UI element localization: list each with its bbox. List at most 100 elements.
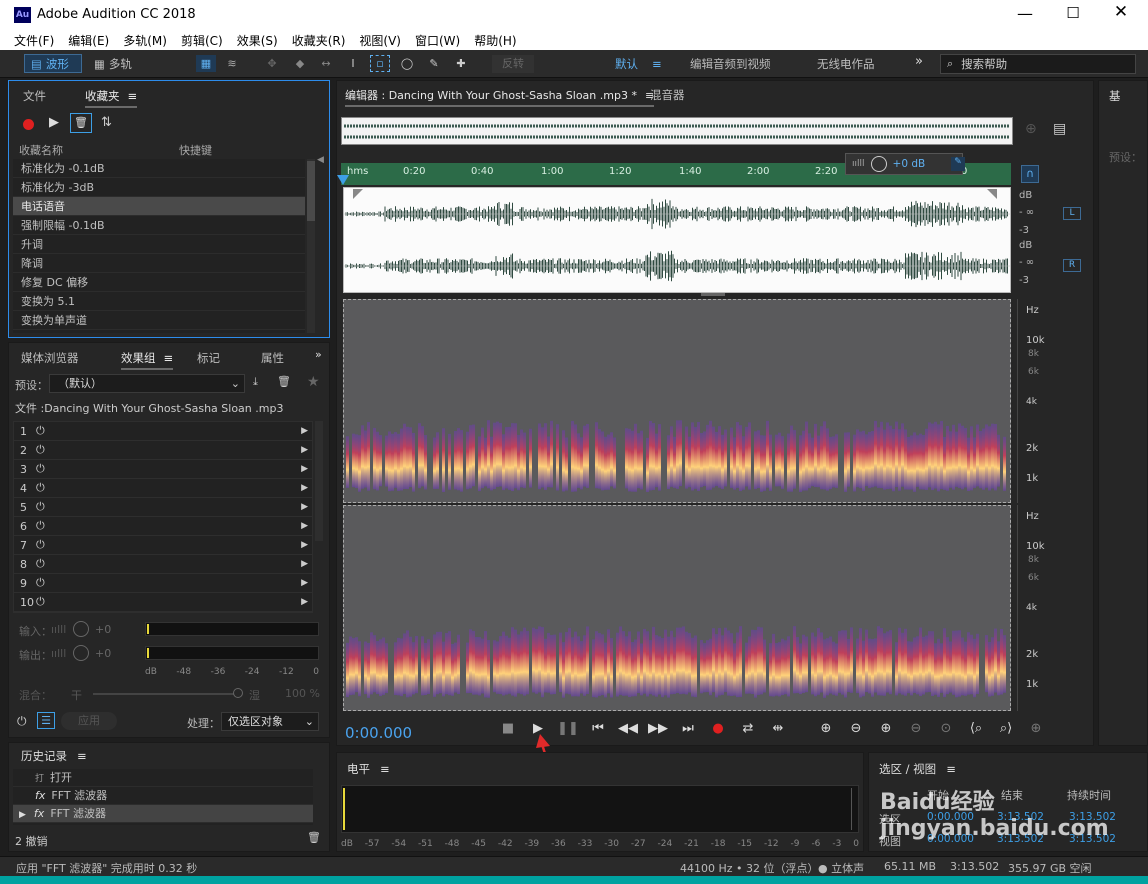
list-item[interactable]: 变换为单声道 xyxy=(13,311,305,330)
pitch-view-icon[interactable]: ≋ xyxy=(222,55,242,72)
skip-selection-icon[interactable]: ⇹ xyxy=(767,721,789,741)
list-item[interactable]: 标准化为 -0.1dB xyxy=(13,159,305,178)
play-icon[interactable]: ▶ xyxy=(49,115,59,130)
tab-markers[interactable]: 标记 xyxy=(197,350,220,366)
gain-knob-icon[interactable] xyxy=(870,156,887,172)
tab-mixer[interactable]: 混音器 xyxy=(650,87,685,103)
channel-r-button[interactable]: R xyxy=(1063,259,1081,272)
tab-favorites[interactable]: 收藏夹 ≡ xyxy=(85,88,138,108)
power-icon[interactable]: ⏻ xyxy=(36,557,45,571)
zoom-reset-icon[interactable]: ⊕ xyxy=(1025,721,1047,741)
delete-icon[interactable]: 🗑 xyxy=(70,113,92,133)
input-knob-icon[interactable] xyxy=(73,621,89,637)
channel-l-button[interactable]: L xyxy=(1063,207,1081,220)
splitter-handle[interactable] xyxy=(701,293,725,296)
slot-arrow-icon[interactable]: ▶ xyxy=(301,426,308,436)
effect-slot[interactable]: 7 ⏻ ▶ xyxy=(14,536,312,555)
workspace-video[interactable]: 编辑音频到视频 xyxy=(690,56,771,72)
essential-title[interactable]: 基 xyxy=(1109,88,1121,104)
tab-media-browser[interactable]: 媒体浏览器 xyxy=(21,350,79,366)
slot-arrow-icon[interactable]: ▶ xyxy=(301,578,308,588)
slot-arrow-icon[interactable]: ▶ xyxy=(301,483,308,493)
fast-forward-icon[interactable]: ▶▶ xyxy=(647,721,669,741)
power-icon[interactable]: ⏻ xyxy=(36,500,45,514)
snap-icon[interactable]: ∩ xyxy=(1021,165,1039,183)
effect-slot[interactable]: 4 ⏻ ▶ xyxy=(14,479,312,498)
output-knob-icon[interactable] xyxy=(73,645,89,661)
save-preset-icon[interactable]: ⤓ xyxy=(253,375,258,389)
razor-tool-icon[interactable]: ◆ xyxy=(290,55,310,72)
zoom-selection-icon[interactable]: ⊙ xyxy=(935,721,957,741)
menu-file[interactable]: 文件(F) xyxy=(8,32,60,49)
waveform-display[interactable] xyxy=(343,187,1011,293)
tab-files[interactable]: 文件 xyxy=(23,88,46,104)
power-icon[interactable]: ⏻ xyxy=(36,595,45,609)
power-icon[interactable]: ⏻ xyxy=(36,481,45,495)
effect-slot[interactable]: 5 ⏻ ▶ xyxy=(14,498,312,517)
slot-arrow-icon[interactable]: ▶ xyxy=(301,559,308,569)
delete-preset-icon[interactable]: 🗑 xyxy=(277,375,291,388)
zoom-out-amplitude-icon[interactable]: ⊖ xyxy=(845,721,867,741)
delete-history-icon[interactable]: 🗑 xyxy=(307,831,321,844)
preset-select[interactable]: （默认） ⌄ xyxy=(49,374,245,393)
waveform-view-button[interactable]: ▤ 波形 xyxy=(24,54,82,73)
menu-favorites[interactable]: 收藏夹(R) xyxy=(286,32,352,49)
effect-slot[interactable]: 2 ⏻ ▶ xyxy=(14,441,312,460)
marquee-tool-icon[interactable]: ▫ xyxy=(370,55,390,72)
spectral-display-left[interactable] xyxy=(343,299,1011,503)
record-icon[interactable] xyxy=(23,119,34,130)
close-button[interactable]: ✕ xyxy=(1106,2,1136,24)
power-icon[interactable]: ⏻ xyxy=(36,576,45,590)
zoom-nav-icon[interactable]: ⊕ xyxy=(1025,121,1037,137)
time-selection-tool-icon[interactable]: I xyxy=(343,55,363,72)
mix-slider[interactable] xyxy=(93,693,241,695)
stop-icon[interactable]: ■ xyxy=(497,721,519,741)
menu-clip[interactable]: 剪辑(C) xyxy=(175,32,229,49)
list-item[interactable]: 升调 xyxy=(13,235,305,254)
zoom-out-point-icon[interactable]: ⌕⟩ xyxy=(995,721,1017,741)
scrollbar[interactable] xyxy=(307,159,315,333)
zoom-in-time-icon[interactable]: ⊕ xyxy=(875,721,897,741)
effect-slot[interactable]: 9 ⏻ ▶ xyxy=(14,574,312,593)
power-icon[interactable]: ⏻ xyxy=(36,424,45,438)
slot-arrow-icon[interactable]: ▶ xyxy=(301,502,308,512)
healing-tool-icon[interactable]: ✚ xyxy=(451,55,471,72)
multitrack-view-button[interactable]: ▦ 多轨 xyxy=(88,54,150,73)
col-shortcut-header[interactable]: 快捷键 xyxy=(179,142,212,158)
slot-arrow-icon[interactable]: ▶ xyxy=(301,464,308,474)
list-item[interactable]: 打打开 xyxy=(13,769,313,787)
slip-tool-icon[interactable]: ↔ xyxy=(316,55,336,72)
zoom-out-full-icon[interactable]: ⊖ xyxy=(905,721,927,741)
effect-slot[interactable]: 6 ⏻ ▶ xyxy=(14,517,312,536)
more-tabs-icon[interactable]: » xyxy=(315,348,322,361)
tab-editor[interactable]: 编辑器 : Dancing With Your Ghost-Sasha Sloa… xyxy=(345,87,655,107)
slot-arrow-icon[interactable]: ▶ xyxy=(301,597,308,607)
process-select[interactable]: 仅选区对象 ⌄ xyxy=(221,712,319,731)
list-view-icon[interactable]: ☰ xyxy=(37,712,55,729)
power-icon[interactable]: ⏻ xyxy=(36,519,45,533)
list-item[interactable]: 标准化为 -3dB xyxy=(13,178,305,197)
loop-icon[interactable]: ⇄ xyxy=(737,721,759,741)
power-icon[interactable]: ⏻ xyxy=(36,443,45,457)
spectral-display-right[interactable] xyxy=(343,505,1011,711)
list-item[interactable]: ▶ fx FFT 滤波器 xyxy=(13,805,313,823)
menu-help[interactable]: 帮助(H) xyxy=(468,32,522,49)
list-item[interactable]: 强制限幅 -0.1dB xyxy=(13,216,305,235)
power-icon[interactable]: ⏻ xyxy=(36,538,45,552)
workspace-default[interactable]: 默认 ≡ xyxy=(615,56,662,72)
skip-start-icon[interactable]: ⏮ xyxy=(587,721,609,741)
menu-effects[interactable]: 效果(S) xyxy=(231,32,284,49)
spectral-view-icon[interactable]: ▦ xyxy=(196,55,216,72)
effect-slot[interactable]: 8 ⏻ ▶ xyxy=(14,555,312,574)
list-item[interactable]: 变换为 5.1 xyxy=(13,292,305,311)
zoom-in-point-icon[interactable]: ⟨⌕ xyxy=(965,721,987,741)
record-icon[interactable]: ● xyxy=(707,721,729,741)
search-help-box[interactable]: ⌕ 搜索帮助 xyxy=(940,54,1136,74)
menu-edit[interactable]: 编辑(E) xyxy=(62,32,115,49)
minimize-button[interactable]: — xyxy=(1010,4,1040,26)
apply-button[interactable]: 应用 xyxy=(61,712,117,730)
menu-window[interactable]: 窗口(W) xyxy=(409,32,466,49)
brush-tool-icon[interactable]: ✎ xyxy=(424,55,444,72)
pin-icon[interactable]: ✎ xyxy=(951,157,965,171)
list-item[interactable]: fx FFT 滤波器 xyxy=(13,787,313,805)
